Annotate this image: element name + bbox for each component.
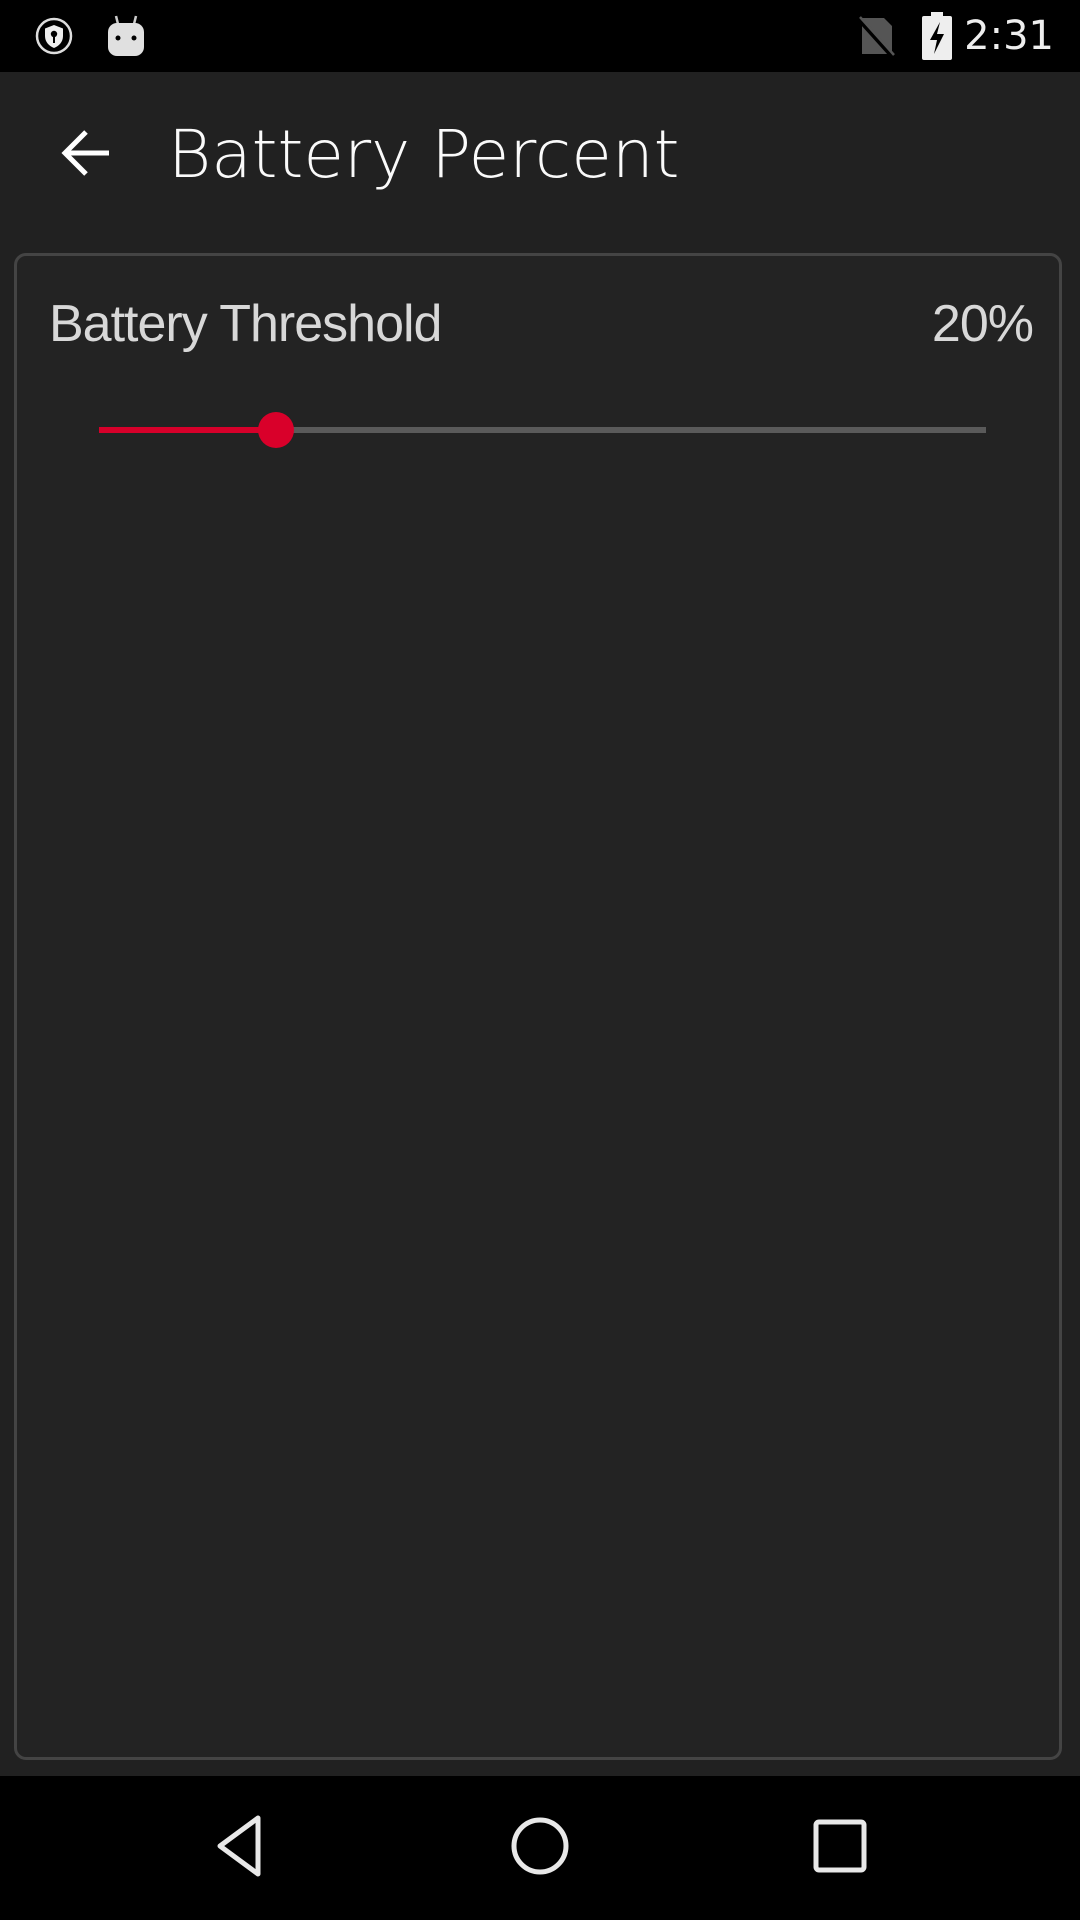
android-notification-icon	[106, 0, 146, 72]
clock-time: 2:31	[964, 13, 1054, 59]
status-bar: 2:31	[0, 0, 1080, 72]
vpn-shield-key-icon	[34, 0, 74, 72]
no-sim-icon	[856, 0, 896, 72]
battery-charging-icon	[922, 0, 952, 72]
battery-threshold-slider[interactable]	[99, 410, 986, 450]
page-title: Battery Percent	[168, 116, 680, 193]
nav-back-button[interactable]	[190, 1798, 290, 1898]
app-toolbar: Battery Percent	[0, 72, 1080, 240]
back-button[interactable]	[40, 110, 130, 200]
navigation-bar	[0, 1776, 1080, 1920]
back-triangle-icon	[212, 1814, 268, 1883]
battery-threshold-value: 20%	[931, 295, 1034, 353]
nav-home-button[interactable]	[490, 1798, 590, 1898]
slider-track-fill	[99, 427, 277, 433]
recents-square-icon	[812, 1818, 868, 1879]
arrow-back-icon	[59, 128, 111, 183]
battery-threshold-label: Battery Threshold	[49, 295, 442, 353]
home-circle-icon	[510, 1816, 570, 1881]
settings-card: Battery Threshold 20%	[14, 253, 1062, 1760]
nav-recents-button[interactable]	[790, 1798, 890, 1898]
slider-thumb[interactable]	[258, 412, 295, 448]
